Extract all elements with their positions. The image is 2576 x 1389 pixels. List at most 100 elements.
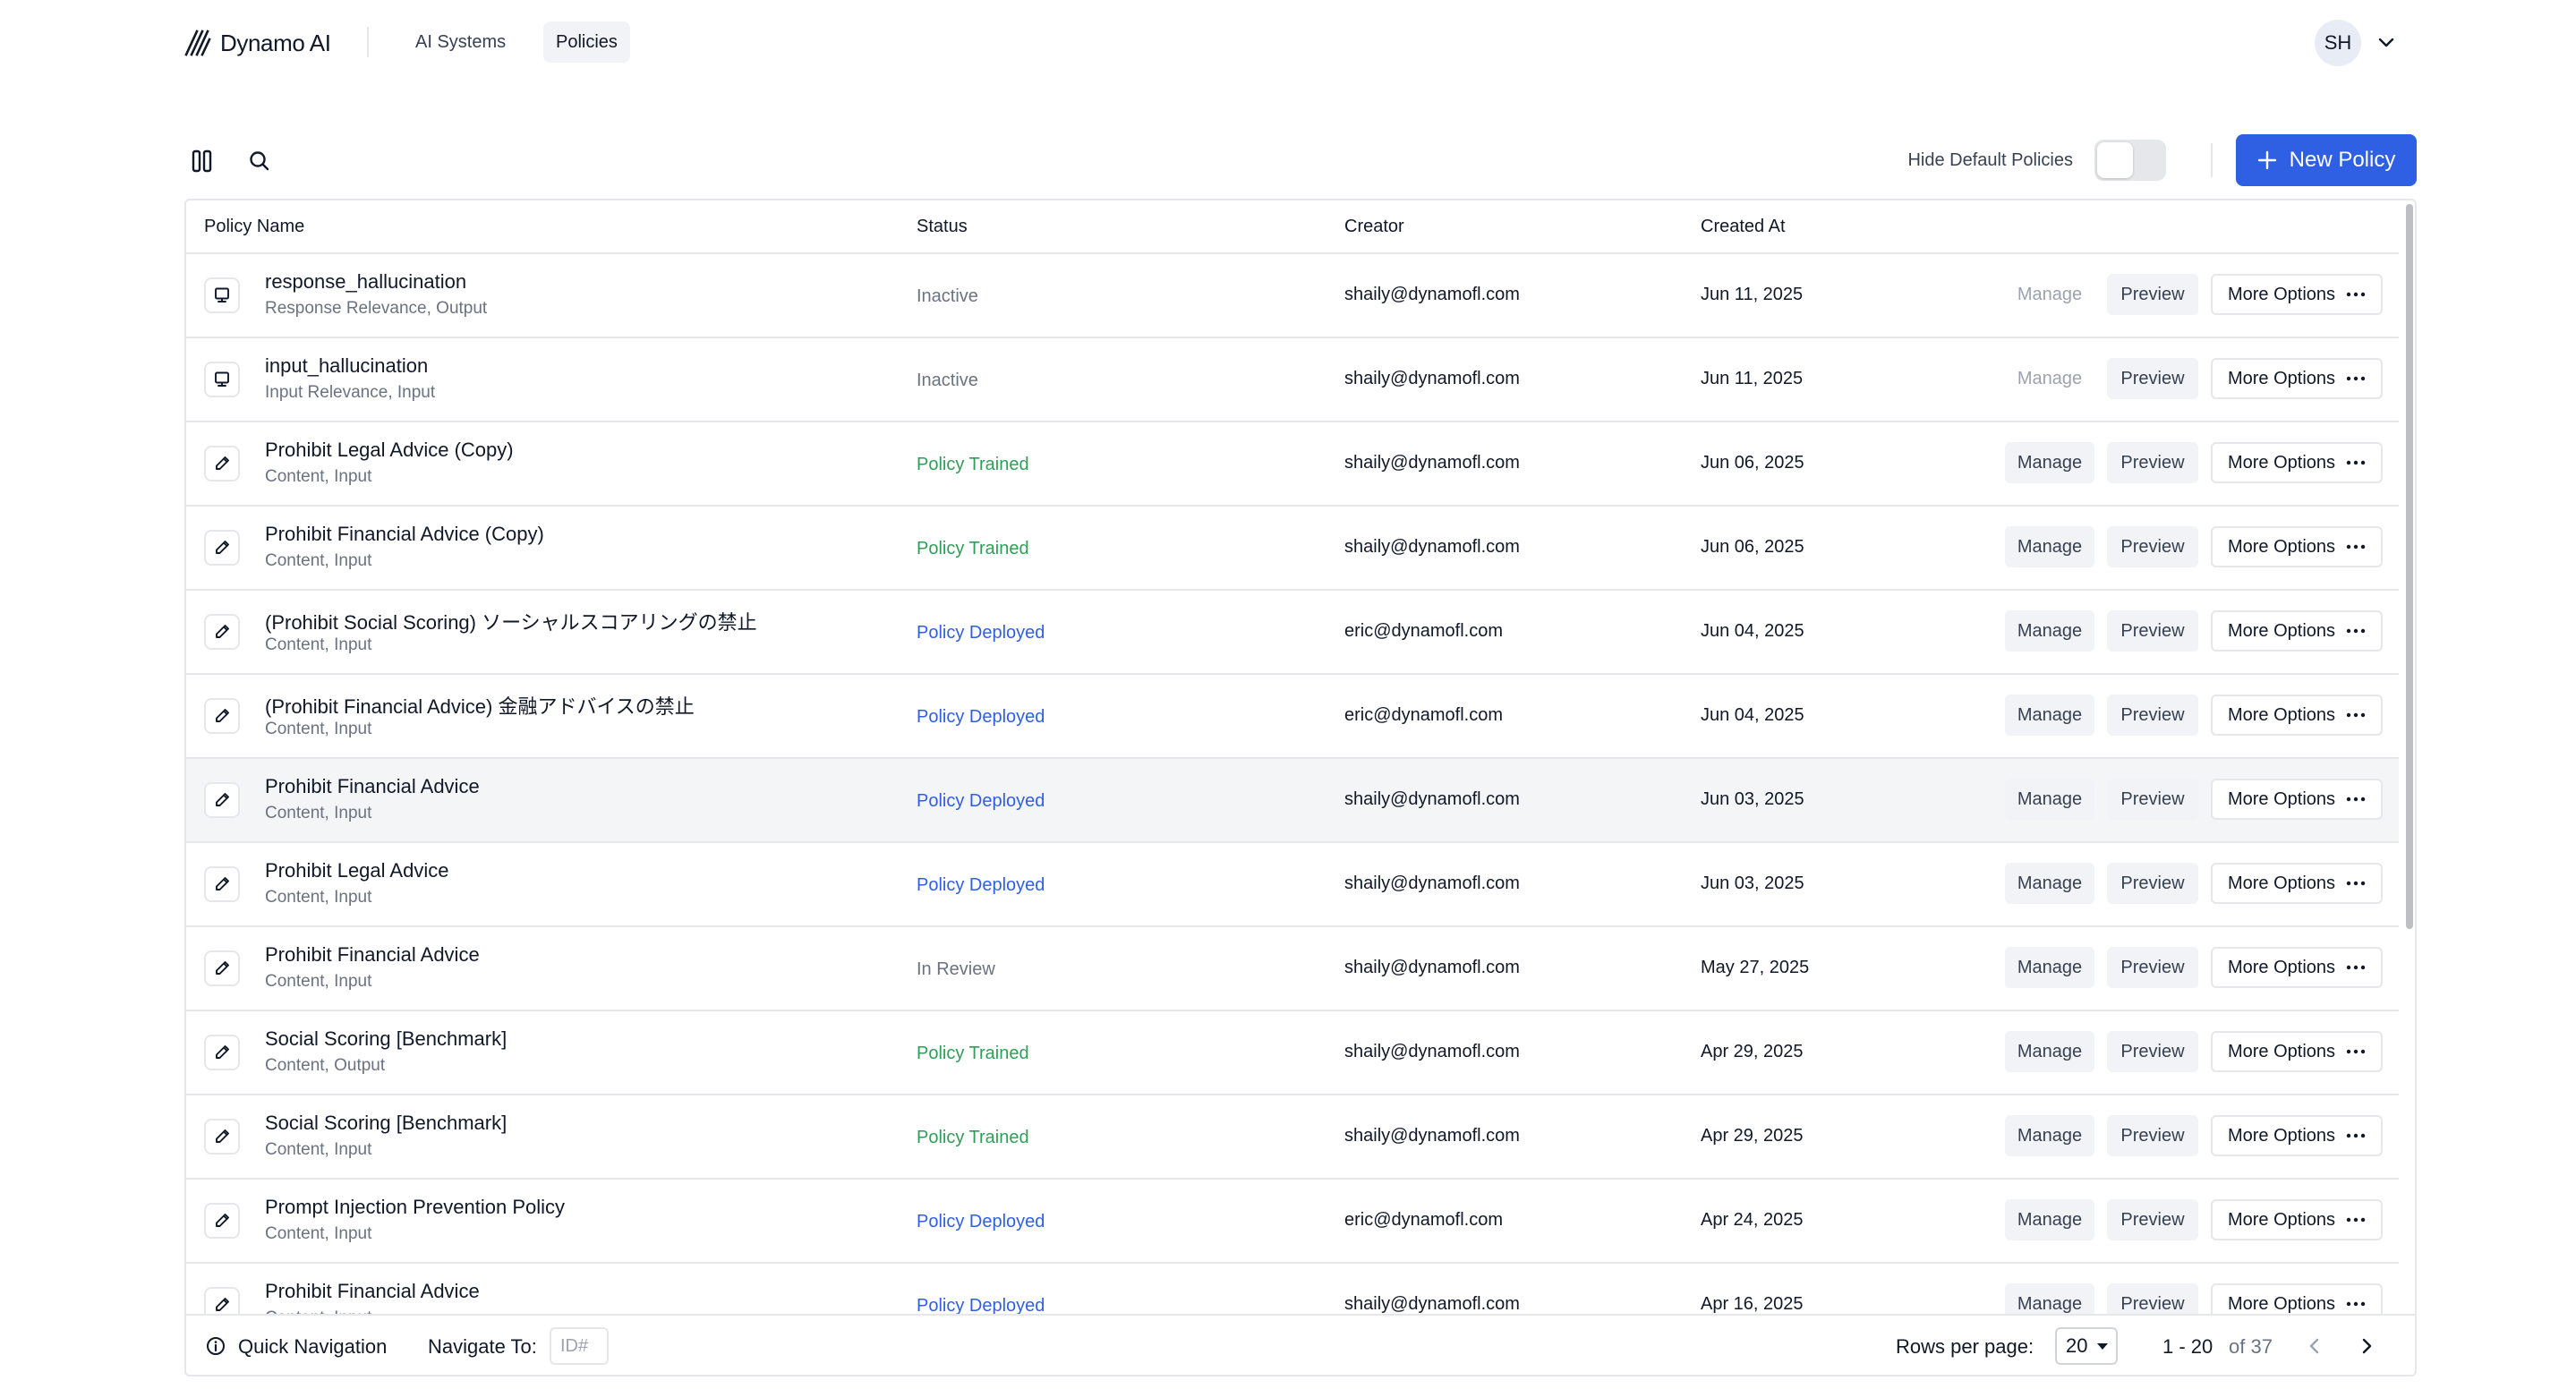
table-scrollbar[interactable] bbox=[2406, 204, 2413, 929]
table-row[interactable]: (Prohibit Financial Advice) 金融アドバイスの禁止 C… bbox=[186, 675, 2399, 759]
tab-ai-systems[interactable]: AI Systems bbox=[403, 21, 518, 63]
manage-button[interactable]: Manage bbox=[2005, 442, 2094, 483]
preview-button[interactable]: Preview bbox=[2107, 779, 2198, 820]
policy-type-badge bbox=[204, 1203, 240, 1239]
policy-name[interactable]: Prompt Injection Prevention Policy bbox=[265, 1196, 565, 1219]
created-date: Jun 11, 2025 bbox=[1701, 369, 1804, 388]
creator-email: eric@dynamofl.com bbox=[1344, 1210, 1504, 1230]
preview-button[interactable]: Preview bbox=[2107, 947, 2198, 988]
more-options-button[interactable]: More Options bbox=[2211, 274, 2383, 315]
policy-name[interactable]: (Prohibit Financial Advice) 金融アドバイスの禁止 bbox=[265, 691, 695, 720]
policy-tags: Content, Input bbox=[265, 888, 372, 907]
quick-navigation-label: Quick Navigation bbox=[238, 1335, 388, 1358]
manage-button[interactable]: Manage bbox=[2005, 610, 2094, 652]
chevron-down-icon[interactable] bbox=[2374, 30, 2399, 55]
created-date: Apr 24, 2025 bbox=[1701, 1210, 1804, 1230]
manage-button[interactable]: Manage bbox=[2005, 526, 2094, 567]
preview-button[interactable]: Preview bbox=[2107, 442, 2198, 483]
table-row[interactable]: (Prohibit Social Scoring) ソーシャルスコアリングの禁止… bbox=[186, 591, 2399, 675]
previous-page-icon[interactable] bbox=[2302, 1334, 2327, 1359]
policy-name[interactable]: input_hallucination bbox=[265, 354, 428, 378]
policy-name[interactable]: Prohibit Financial Advice bbox=[265, 775, 480, 798]
column-header-creator[interactable]: Creator bbox=[1344, 217, 1404, 237]
preview-button[interactable]: Preview bbox=[2107, 610, 2198, 652]
table-row[interactable]: input_hallucination Input Relevance, Inp… bbox=[186, 338, 2399, 422]
columns-toggle-button[interactable] bbox=[184, 143, 220, 179]
policy-name[interactable]: Prohibit Legal Advice bbox=[265, 859, 448, 882]
manage-button[interactable]: Manage bbox=[2005, 863, 2094, 904]
policy-name[interactable]: Prohibit Legal Advice (Copy) bbox=[265, 439, 514, 462]
more-options-button[interactable]: More Options bbox=[2211, 694, 2383, 736]
manage-button[interactable]: Manage bbox=[2005, 779, 2094, 820]
policy-name[interactable]: Social Scoring [Benchmark] bbox=[265, 1027, 507, 1051]
user-avatar[interactable]: SH bbox=[2315, 20, 2361, 66]
policies-toolbar: Hide Default Policies New Policy bbox=[184, 134, 2417, 188]
more-options-button[interactable]: More Options bbox=[2211, 863, 2383, 904]
table-row[interactable]: Prompt Injection Prevention Policy Conte… bbox=[186, 1180, 2399, 1264]
manage-button[interactable]: Manage bbox=[2005, 1283, 2094, 1316]
more-options-button[interactable]: More Options bbox=[2211, 779, 2383, 820]
table-row[interactable]: Prohibit Financial Advice Content, Input… bbox=[186, 1264, 2399, 1316]
manage-button[interactable]: Manage bbox=[2005, 358, 2094, 399]
table-row[interactable]: Social Scoring [Benchmark] Content, Inpu… bbox=[186, 1095, 2399, 1180]
manage-button[interactable]: Manage bbox=[2005, 1199, 2094, 1240]
policy-tags: Response Relevance, Output bbox=[265, 299, 488, 318]
policy-type-badge bbox=[204, 698, 240, 734]
more-options-button[interactable]: More Options bbox=[2211, 610, 2383, 652]
manage-button[interactable]: Manage bbox=[2005, 947, 2094, 988]
more-options-button[interactable]: More Options bbox=[2211, 526, 2383, 567]
pencil-icon bbox=[216, 877, 229, 890]
policy-name[interactable]: Prohibit Financial Advice bbox=[265, 1280, 480, 1303]
policy-name[interactable]: Prohibit Financial Advice bbox=[265, 943, 480, 967]
table-row[interactable]: Prohibit Legal Advice (Copy) Content, In… bbox=[186, 422, 2399, 507]
more-options-button[interactable]: More Options bbox=[2211, 1199, 2383, 1240]
status-text: In Review bbox=[917, 959, 995, 979]
more-options-button[interactable]: More Options bbox=[2211, 1115, 2383, 1156]
manage-button[interactable]: Manage bbox=[2005, 274, 2094, 315]
tab-policies[interactable]: Policies bbox=[543, 21, 630, 63]
manage-button[interactable]: Manage bbox=[2005, 1115, 2094, 1156]
table-row[interactable]: Social Scoring [Benchmark] Content, Outp… bbox=[186, 1011, 2399, 1095]
more-options-button[interactable]: More Options bbox=[2211, 442, 2383, 483]
preview-button[interactable]: Preview bbox=[2107, 1283, 2198, 1316]
rows-per-page-select[interactable]: 20 bbox=[2055, 1327, 2118, 1365]
policy-name[interactable]: response_hallucination bbox=[265, 270, 466, 294]
manage-button[interactable]: Manage bbox=[2005, 1031, 2094, 1072]
next-page-icon[interactable] bbox=[2354, 1334, 2379, 1359]
manage-button[interactable]: Manage bbox=[2005, 694, 2094, 736]
navigate-to-id-input[interactable] bbox=[550, 1327, 609, 1365]
preview-button[interactable]: Preview bbox=[2107, 1115, 2198, 1156]
hide-default-policies-toggle[interactable] bbox=[2094, 140, 2166, 181]
more-options-button[interactable]: More Options bbox=[2211, 1283, 2383, 1316]
policy-name[interactable]: Prohibit Financial Advice (Copy) bbox=[265, 523, 544, 546]
preview-button[interactable]: Preview bbox=[2107, 358, 2198, 399]
preview-button[interactable]: Preview bbox=[2107, 1199, 2198, 1240]
more-options-button[interactable]: More Options bbox=[2211, 1031, 2383, 1072]
more-horizontal-icon bbox=[2346, 628, 2366, 634]
preview-button[interactable]: Preview bbox=[2107, 1031, 2198, 1072]
policy-tags: Content, Input bbox=[265, 635, 372, 654]
created-date: Jun 03, 2025 bbox=[1701, 789, 1804, 809]
policy-type-badge bbox=[204, 530, 240, 566]
policy-name[interactable]: Social Scoring [Benchmark] bbox=[265, 1112, 507, 1135]
brand-logo[interactable]: Dynamo AI bbox=[184, 27, 331, 59]
table-row[interactable]: Prohibit Financial Advice Content, Input… bbox=[186, 759, 2399, 843]
table-row[interactable]: Prohibit Financial Advice Content, Input… bbox=[186, 927, 2399, 1011]
more-options-label: More Options bbox=[2227, 368, 2336, 388]
column-header-created-at[interactable]: Created At bbox=[1701, 217, 1786, 237]
preview-button[interactable]: Preview bbox=[2107, 863, 2198, 904]
policy-name[interactable]: (Prohibit Social Scoring) ソーシャルスコアリングの禁止 bbox=[265, 607, 757, 635]
table-row[interactable]: Prohibit Financial Advice (Copy) Content… bbox=[186, 507, 2399, 591]
column-header-policy-name[interactable]: Policy Name bbox=[204, 217, 304, 237]
search-button[interactable] bbox=[242, 143, 277, 179]
preview-button[interactable]: Preview bbox=[2107, 526, 2198, 567]
preview-button[interactable]: Preview bbox=[2107, 274, 2198, 315]
more-options-button[interactable]: More Options bbox=[2211, 947, 2383, 988]
table-row[interactable]: response_hallucination Response Relevanc… bbox=[186, 254, 2399, 338]
new-policy-button[interactable]: New Policy bbox=[2236, 134, 2417, 186]
column-header-status[interactable]: Status bbox=[917, 217, 968, 237]
preview-button[interactable]: Preview bbox=[2107, 694, 2198, 736]
more-options-label: More Options bbox=[2227, 704, 2336, 725]
table-row[interactable]: Prohibit Legal Advice Content, Input Pol… bbox=[186, 843, 2399, 927]
more-options-button[interactable]: More Options bbox=[2211, 358, 2383, 399]
